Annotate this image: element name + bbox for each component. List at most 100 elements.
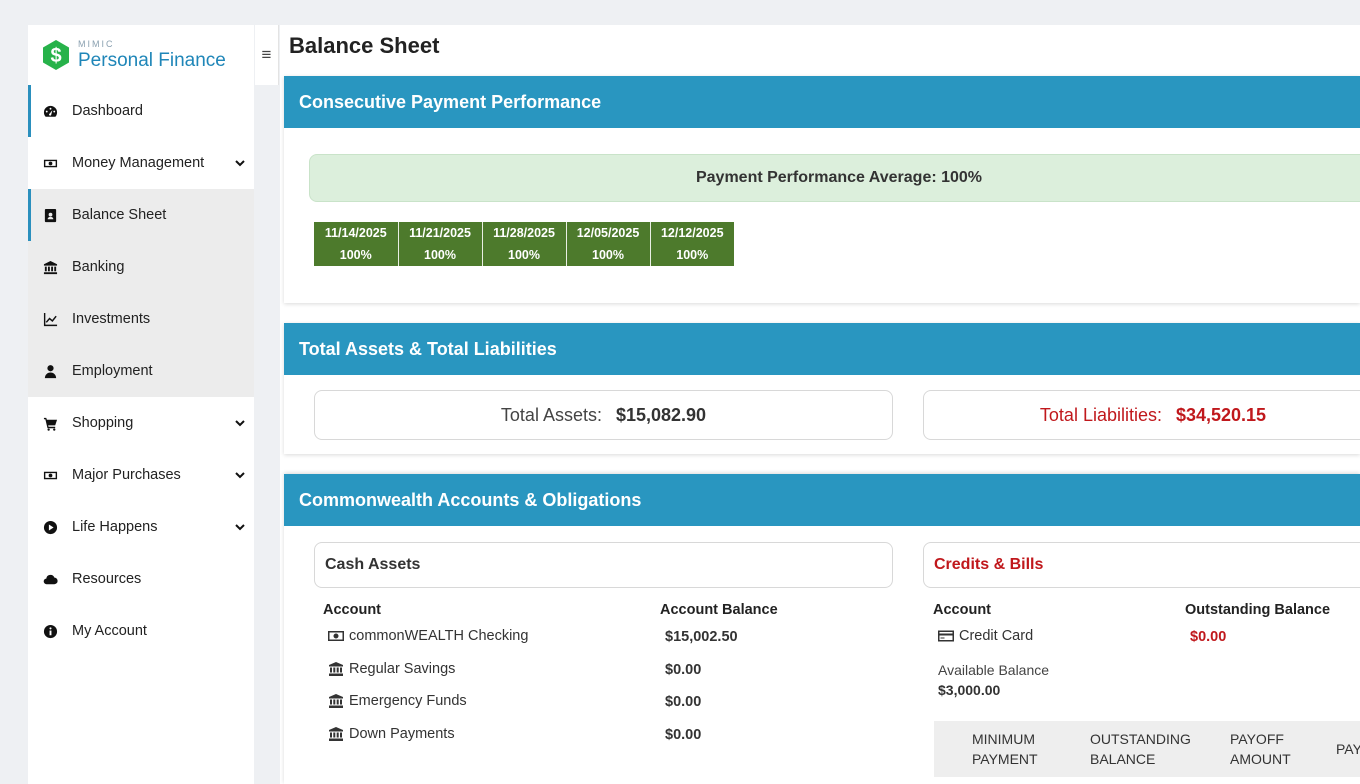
total-liabilities-value: $34,520.15 [1175,404,1267,425]
cart-icon [42,415,58,431]
week-date: 12/05/2025 [566,222,651,244]
cash-row-balance: $15,002.50 [665,629,738,645]
week-pct: 100% [398,244,483,266]
sidebar-item-my-account[interactable]: My Account [28,605,254,657]
sidebar-item-label: Resources [72,571,142,587]
chevron-down-icon [234,469,246,481]
commonwealth-card: Commonwealth Accounts & Obligations Cash… [284,474,1360,784]
header-line: BALANCE [1090,751,1156,767]
credit-row[interactable]: Credit Card [938,628,1033,644]
minimum-payment-header: MINIMUM PAYMENT [972,729,1038,769]
brand[interactable]: $ MIMIC Personal Finance [28,25,254,85]
credit-row-name: Credit Card [959,628,1034,644]
total-liabilities-box: Total Liabilities: $34,520.15 [923,390,1360,440]
credits-bills-title: Credits & Bills [923,542,1360,588]
sidebar-nav: Dashboard Money Management Balance Sheet… [28,85,254,657]
cash-row-balance: $0.00 [665,727,702,743]
cash-row-name: Regular Savings [349,661,456,677]
sidebar-item-label: Dashboard [72,103,143,119]
total-assets-value: $15,082.90 [615,404,707,425]
chevron-down-icon [234,157,246,169]
money-icon [42,155,58,171]
bank-icon [329,694,343,708]
sidebar-item-major-purchases[interactable]: Major Purchases [28,449,254,501]
payment-performance-card: Consecutive Payment Performance Payment … [284,76,1360,303]
week-date: 11/14/2025 [314,222,399,244]
cash-row-balance: $0.00 [665,662,702,678]
sidebar-item-employment[interactable]: Employment [28,345,254,397]
play-circle-icon [42,519,58,535]
brand-small-text: MIMIC [78,39,115,49]
sidebar-item-resources[interactable]: Resources [28,553,254,605]
sidebar-item-label: My Account [72,623,147,639]
payment-performance-header: Consecutive Payment Performance [284,76,1360,128]
main-content: Balance Sheet Consecutive Payment Perfor… [280,25,1360,784]
bank-icon [329,727,343,741]
week-date: 11/21/2025 [398,222,483,244]
available-balance-label: Available Balance [938,662,1050,678]
sidebar-item-label: Investments [72,311,151,327]
header-line: PAYOFF [1230,731,1284,747]
week-pct: 100% [482,244,567,266]
cash-row-name: commonWEALTH Checking [349,628,529,644]
header-line: PAYMENT [972,751,1038,767]
cash-row[interactable]: Regular Savings [328,661,455,677]
cash-col-account: Account [323,602,381,618]
chevron-down-icon [234,521,246,533]
week-date: 12/12/2025 [650,222,734,244]
credit-row-balance: $0.00 [1190,629,1227,645]
header-line: AMOUNT [1230,751,1291,767]
cloud-icon [42,571,58,587]
credit-col-account: Account [933,602,991,618]
cash-col-balance: Account Balance [660,602,778,618]
total-assets-label: Total Assets: [500,404,602,425]
cash-assets-title: Cash Assets [314,542,893,588]
balance-sheet-icon [42,207,58,223]
header-line: OUTSTANDING [1090,731,1191,747]
header-line: PAY [1336,741,1360,757]
sidebar-item-investments[interactable]: Investments [28,293,254,345]
sidebar-item-dashboard[interactable]: Dashboard [28,85,254,137]
sidebar-item-money-management[interactable]: Money Management [28,137,254,189]
user-icon [42,363,58,379]
bank-icon [42,259,58,275]
commonwealth-header: Commonwealth Accounts & Obligations [284,474,1360,526]
money-icon [328,631,344,641]
money-icon [42,467,58,483]
performance-average-banner: Payment Performance Average: 100% [309,154,1360,202]
header-line: MINIMUM [972,731,1035,747]
available-balance-value: $3,000.00 [938,682,1001,698]
svg-text:$: $ [50,45,61,67]
week-pct: 100% [314,244,399,266]
sidebar-item-label: Money Management [72,155,205,171]
outstanding-balance-header: OUTSTANDING BALANCE [1090,729,1191,769]
sidebar: $ MIMIC Personal Finance Dashboard Money… [28,25,254,784]
chevron-down-icon [234,417,246,429]
sidebar-item-life-happens[interactable]: Life Happens [28,501,254,553]
performance-weeks-table: 11/14/2025 11/21/2025 11/28/2025 12/05/2… [314,222,734,266]
sidebar-item-label: Shopping [72,415,134,431]
cash-row[interactable]: Down Payments [328,726,455,742]
pay-header: PAY [1336,739,1360,759]
week-date: 11/28/2025 [482,222,567,244]
payoff-amount-header: PAYOFF AMOUNT [1230,729,1291,769]
dashboard-icon [42,103,58,119]
total-assets-box: Total Assets: $15,082.90 [314,390,893,440]
cash-row[interactable]: commonWEALTH Checking [328,628,528,644]
cash-row-balance: $0.00 [665,694,702,710]
cash-row[interactable]: Emergency Funds [328,693,467,709]
total-liabilities-label: Total Liabilities: [1039,404,1162,425]
bank-icon [329,662,343,676]
sidebar-item-shopping[interactable]: Shopping [28,397,254,449]
hamburger-menu-icon[interactable]: ≡ [255,25,279,85]
sidebar-item-label: Employment [72,363,153,379]
sidebar-item-label: Balance Sheet [72,207,167,223]
chart-line-icon [42,311,58,327]
week-pct: 100% [566,244,651,266]
sidebar-item-banking[interactable]: Banking [28,241,254,293]
sidebar-item-label: Banking [72,259,125,275]
totals-header: Total Assets & Total Liabilities [284,323,1360,375]
info-icon [42,623,58,639]
page-title: Balance Sheet [289,33,440,58]
sidebar-item-balance-sheet[interactable]: Balance Sheet [28,189,254,241]
